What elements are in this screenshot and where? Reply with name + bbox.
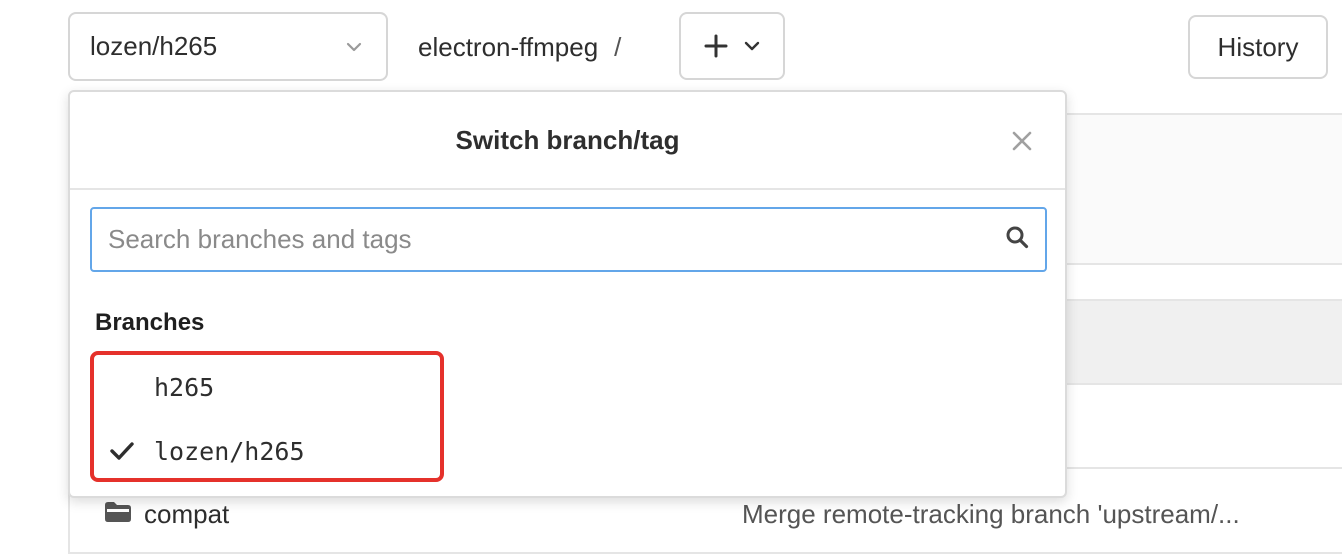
page: lozen/h265 electron-ffmpeg / History com… [0,0,1342,554]
check-icon [90,442,154,460]
branch-item-selected[interactable]: lozen/h265 [90,421,1050,481]
commit-message[interactable]: Merge remote-tracking branch 'upstream/.… [742,499,1240,530]
branch-item[interactable]: h265 [90,357,1050,417]
search-input[interactable] [108,224,995,255]
file-name[interactable]: compat [144,499,229,530]
dropdown-header: Switch branch/tag [70,92,1065,190]
file-entry[interactable]: compat [104,499,229,530]
branch-select-label: lozen/h265 [90,31,218,61]
folder-icon [104,501,132,528]
search-field[interactable] [90,207,1047,272]
breadcrumb: electron-ffmpeg / [418,27,621,67]
add-menu-button[interactable] [679,12,785,80]
branch-name: h265 [154,372,215,402]
breadcrumb-separator: / [614,31,622,62]
history-button[interactable]: History [1188,15,1328,79]
branch-dropdown: Switch branch/tag Branches h265 loze [68,90,1067,498]
section-title-branches: Branches [95,309,205,336]
branch-name: lozen/h265 [154,436,305,466]
search-icon[interactable] [1005,225,1029,254]
branch-select[interactable]: lozen/h265 [68,12,388,81]
plus-icon [704,34,728,58]
chevron-down-icon [346,42,362,52]
dropdown-title: Switch branch/tag [455,124,680,155]
close-icon[interactable] [1005,124,1039,158]
breadcrumb-repo-link[interactable]: electron-ffmpeg [418,32,598,63]
chevron-down-icon [744,41,760,51]
